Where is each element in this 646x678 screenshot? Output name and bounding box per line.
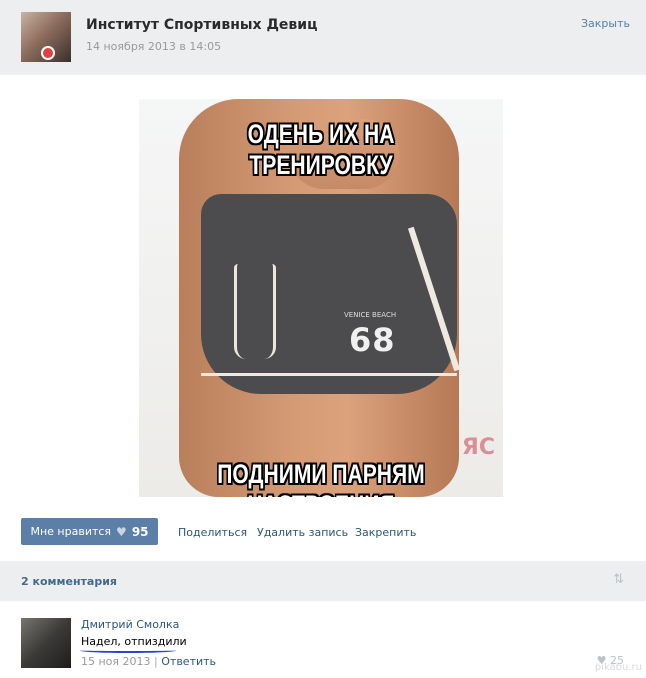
shorts-stripe	[407, 226, 461, 372]
comment-author[interactable]: Дмитрий Смолка	[81, 618, 179, 631]
image-watermark: ЯС	[461, 435, 495, 460]
comments-header: 2 комментария ⇅	[0, 561, 646, 601]
meme-caption-bottom: ПОДНИМИ ПАРНЯМ НАСТРОЕНИЯ	[217, 459, 425, 497]
shorts-number: 68	[349, 321, 396, 359]
hand-drawn-underline	[80, 648, 176, 653]
comments-count[interactable]: 2 комментария	[21, 575, 117, 588]
sort-icon[interactable]: ⇅	[613, 572, 624, 587]
shorts-drawstring	[234, 264, 276, 359]
heart-icon: ♥	[116, 524, 127, 539]
comment-separator: |	[154, 655, 158, 668]
avatar-logo	[41, 46, 55, 60]
post-image[interactable]: VENICE BEACH 68 ОДЕНЬ ИХ НА ТРЕНИРОВКУ П…	[139, 99, 503, 497]
like-count: 95	[131, 524, 149, 539]
pin-post-link[interactable]: Закрепить	[355, 526, 416, 539]
group-avatar[interactable]	[21, 12, 71, 62]
reply-link[interactable]: Ответить	[161, 655, 216, 668]
delete-post-link[interactable]: Удалить запись	[257, 526, 348, 539]
like-label: Мне нравится	[30, 525, 112, 538]
shorts-trim	[201, 373, 457, 394]
share-link[interactable]: Поделиться	[178, 526, 247, 539]
post-date[interactable]: 14 ноября 2013 в 14:05	[86, 40, 221, 53]
like-button[interactable]: Мне нравится ♥ 95	[21, 518, 158, 545]
comment-date[interactable]: 15 ноя 2013	[81, 655, 151, 668]
close-button[interactable]: Закрыть	[581, 17, 630, 30]
comment-meta: 15 ноя 2013 | Ответить	[81, 655, 216, 668]
post-header: Институт Спортивных Девиц 14 ноября 2013…	[0, 0, 646, 75]
shorts-brand: VENICE BEACH	[344, 311, 397, 319]
group-name[interactable]: Институт Спортивных Девиц	[86, 17, 317, 33]
comment-text: Надел, отпиздили	[81, 635, 187, 648]
meme-caption-top: ОДЕНЬ ИХ НА ТРЕНИРОВКУ	[247, 119, 395, 180]
source-watermark: pikabu.ru	[594, 662, 642, 673]
comment-avatar[interactable]	[21, 618, 71, 668]
